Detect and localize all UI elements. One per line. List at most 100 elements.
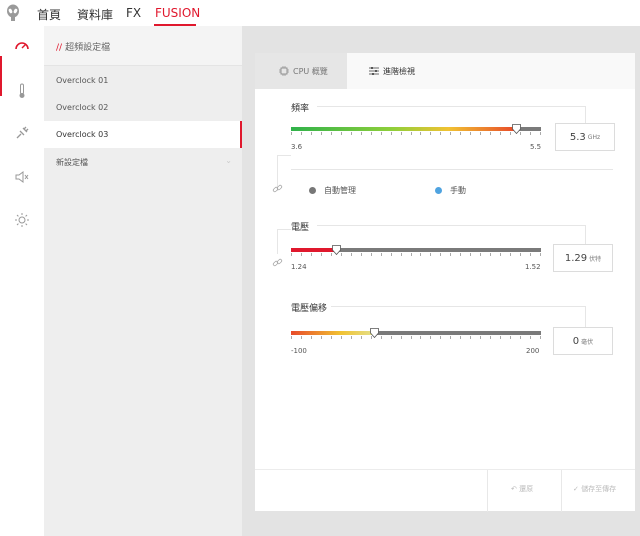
slider-tick	[450, 336, 451, 339]
alienware-logo-icon[interactable]	[6, 4, 20, 22]
voltage-left-bracket	[277, 229, 291, 230]
tab-advanced-view[interactable]: 進階檢視	[347, 53, 635, 89]
offset-slider-track[interactable]	[291, 331, 541, 335]
offset-unit: 毫伏	[581, 338, 594, 346]
offset-label: 電壓偏移	[291, 304, 328, 314]
slider-tick	[430, 253, 431, 256]
slider-tick	[311, 253, 312, 256]
frequency-left-bracket	[277, 155, 291, 156]
slider-tick	[460, 132, 461, 135]
frequency-slider-thumb[interactable]	[512, 124, 521, 134]
profile-item-overclock-02[interactable]: Overclock 02	[44, 94, 242, 121]
slider-tick	[500, 132, 501, 135]
slider-tick	[530, 253, 531, 256]
tab-bar: CPU 概覽 進階檢視	[255, 53, 635, 89]
slider-tick	[321, 253, 322, 256]
slider-tick	[351, 132, 352, 135]
slider-tick	[470, 336, 471, 339]
tab-cpu-overview-label: CPU 概覽	[293, 66, 328, 76]
link-icon[interactable]	[272, 183, 284, 195]
slider-tick	[460, 336, 461, 339]
mode-manual-label: 手動	[450, 186, 466, 195]
profile-list-panel: //超頻設定檔 Overclock 01 Overclock 02 Overcl…	[44, 26, 242, 536]
voltage-left-vline	[277, 229, 278, 254]
slider-tick	[500, 253, 501, 256]
slider-tick	[450, 253, 451, 256]
slider-tick	[510, 132, 511, 135]
thermometer-icon[interactable]	[12, 81, 32, 101]
offset-value: 0	[572, 335, 580, 347]
mode-auto-radio[interactable]: 自動管理	[309, 185, 356, 196]
voltage-value-box[interactable]: 1.29 伏特	[553, 244, 613, 272]
frequency-value: 5.3	[569, 131, 586, 143]
slider-tick	[331, 132, 332, 135]
sliders-icon	[369, 67, 379, 75]
voltage-slider-thumb[interactable]	[332, 245, 341, 255]
frequency-max: 5.5	[530, 143, 542, 151]
mode-manual-radio[interactable]: 手動	[435, 185, 466, 196]
voltage-slider-track[interactable]	[291, 248, 541, 252]
slider-tick	[520, 336, 521, 339]
profile-item-new[interactable]: 新設定檔 ⌄	[44, 148, 242, 175]
nav-fusion[interactable]: FUSION	[155, 6, 200, 20]
manual-radio-dot	[435, 187, 442, 194]
new-profile-label: 新設定檔	[56, 158, 88, 167]
profile-list-title: //超頻設定檔	[56, 43, 111, 53]
auto-radio-dot	[309, 187, 316, 194]
speaker-icon[interactable]	[12, 167, 32, 187]
cpu-card: CPU 概覽 進階檢視 頻率 3.6 5.5 5.3 GHz 自動管理 手動 電…	[255, 53, 635, 512]
slider-tick	[540, 336, 541, 339]
slider-tick	[391, 336, 392, 339]
plug-icon[interactable]	[12, 123, 32, 143]
brightness-icon[interactable]	[12, 210, 32, 230]
cpu-chip-icon	[279, 66, 289, 76]
restore-button[interactable]: ↶ 還原	[511, 484, 533, 494]
link-icon[interactable]	[272, 257, 284, 269]
undo-icon: ↶	[511, 485, 520, 493]
frequency-value-box[interactable]: 5.3 GHz	[555, 123, 615, 151]
slider-tick	[460, 253, 461, 256]
frequency-divider	[317, 106, 585, 107]
card-footer: ↶ 還原 ✓ 儲存至傳存	[255, 469, 635, 512]
nav-fx[interactable]: FX	[126, 6, 141, 20]
slider-tick	[401, 132, 402, 135]
offset-min: -100	[291, 347, 307, 355]
slider-tick	[341, 132, 342, 135]
slider-tick	[321, 132, 322, 135]
slider-tick	[420, 336, 421, 339]
voltage-slider-fill	[291, 248, 336, 252]
slider-tick	[301, 336, 302, 339]
slider-tick	[420, 253, 421, 256]
slider-tick	[530, 336, 531, 339]
slider-tick	[361, 132, 362, 135]
voltage-ticks	[291, 253, 541, 257]
offset-ticks	[291, 336, 541, 340]
top-nav-bar: 首頁 資料庫 FX FUSION	[0, 0, 640, 26]
slider-tick	[341, 336, 342, 339]
advanced-content: 頻率 3.6 5.5 5.3 GHz 自動管理 手動 電壓 1.24 1.52 …	[255, 89, 635, 469]
slider-tick	[381, 336, 382, 339]
icon-rail	[0, 26, 44, 536]
slider-tick	[490, 132, 491, 135]
slider-tick	[540, 132, 541, 135]
slider-tick	[291, 253, 292, 256]
voltage-value: 1.29	[564, 252, 588, 264]
slider-tick	[530, 132, 531, 135]
nav-library[interactable]: 資料庫	[77, 6, 113, 23]
save-button[interactable]: ✓ 儲存至傳存	[573, 484, 616, 494]
frequency-slider-track[interactable]	[291, 127, 541, 131]
slider-tick	[401, 336, 402, 339]
nav-home[interactable]: 首頁	[37, 6, 61, 23]
chevron-down-icon: ⌄	[225, 156, 232, 165]
offset-value-box[interactable]: 0 毫伏	[553, 327, 613, 355]
slider-tick	[440, 253, 441, 256]
tab-cpu-overview[interactable]: CPU 概覽	[255, 53, 347, 89]
slider-tick	[411, 336, 412, 339]
offset-slider-thumb[interactable]	[370, 328, 379, 338]
profile-item-overclock-03[interactable]: Overclock 03	[44, 121, 242, 148]
gauge-icon[interactable]	[12, 36, 32, 56]
profile-item-overclock-01[interactable]: Overclock 01	[44, 67, 242, 94]
tab-advanced-view-label: 進階檢視	[383, 66, 415, 76]
slider-tick	[450, 132, 451, 135]
slider-tick	[381, 253, 382, 256]
